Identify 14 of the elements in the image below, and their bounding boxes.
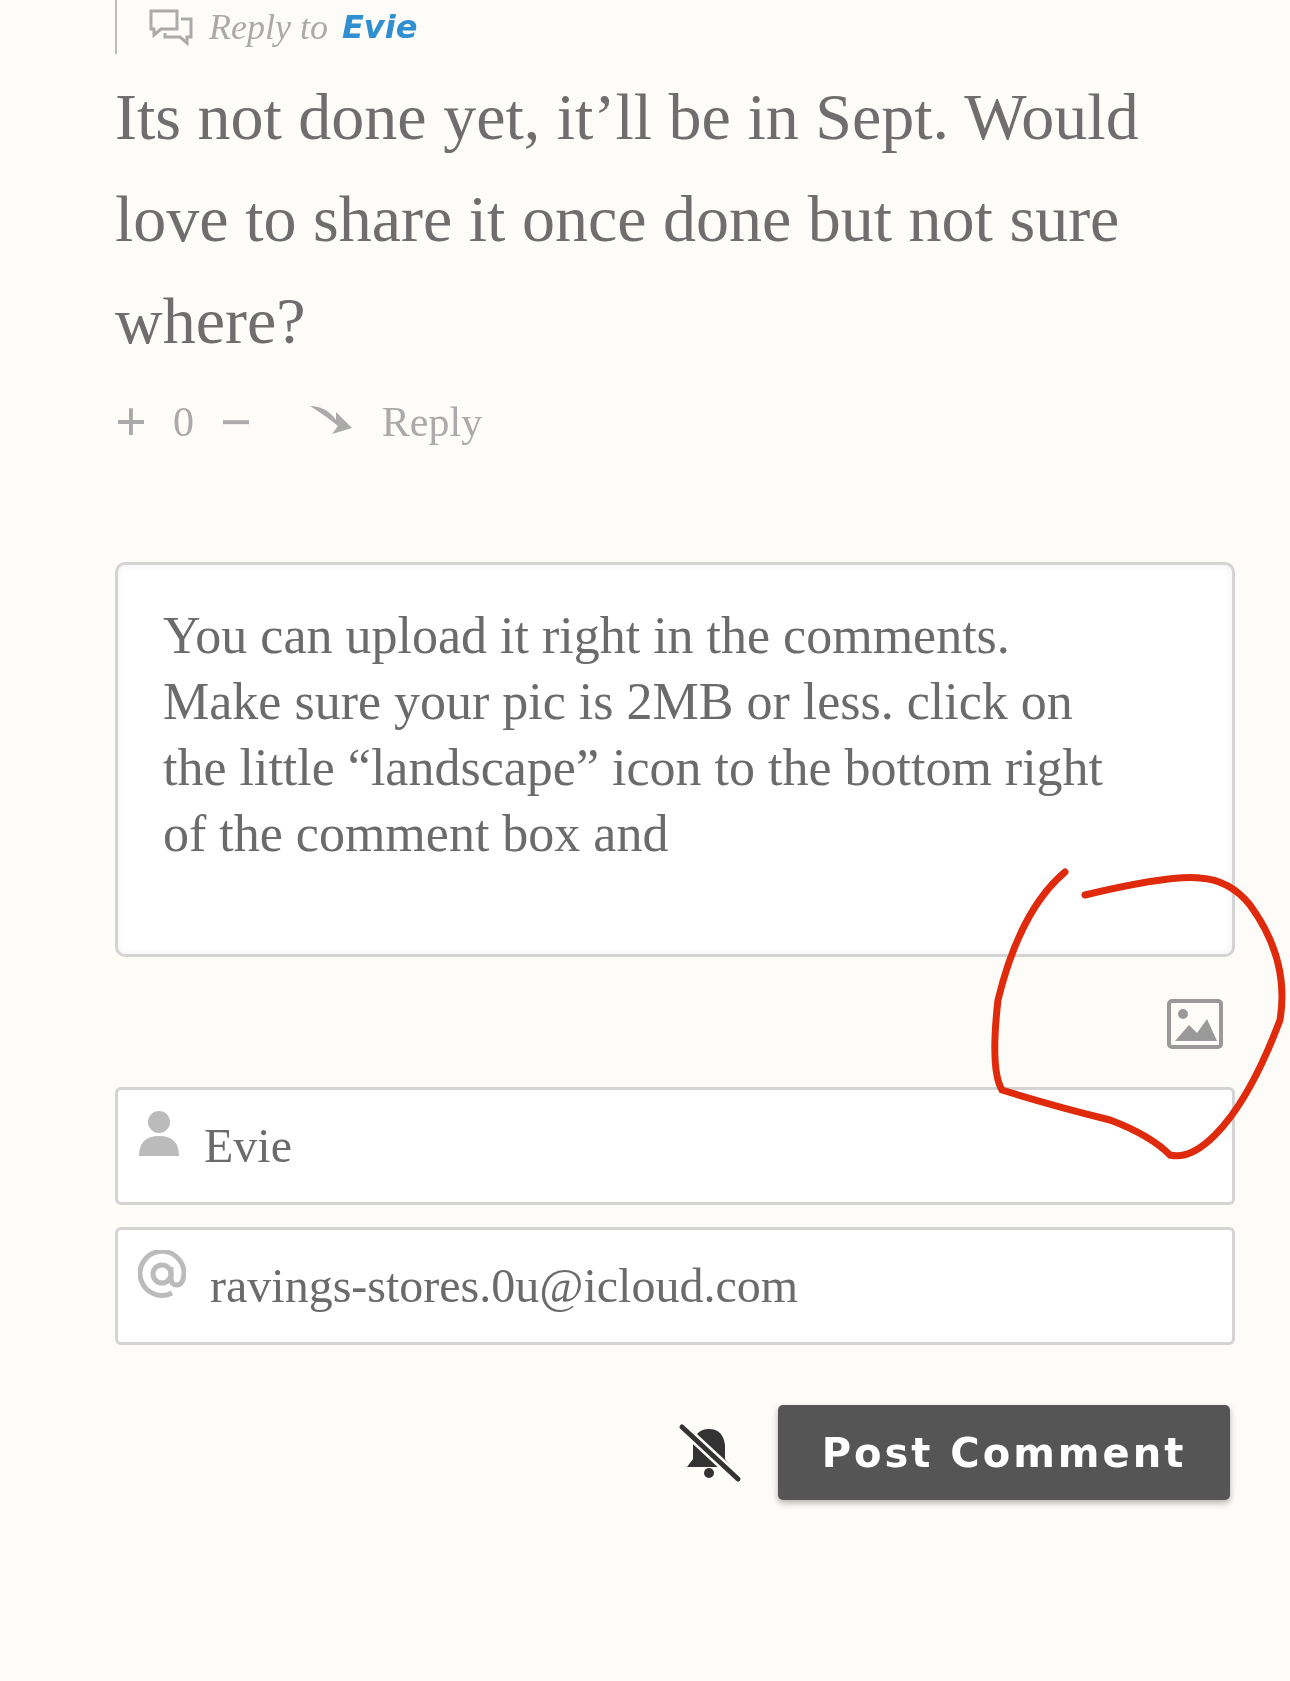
image-upload-icon[interactable] [1167, 999, 1223, 1049]
at-sign-icon [138, 1250, 186, 1298]
speech-bubbles-icon [147, 7, 195, 47]
email-input[interactable]: ravings-stores.0u@icloud.com [208, 1249, 1212, 1323]
email-field[interactable]: ravings-stores.0u@icloud.com [115, 1227, 1235, 1345]
vote-count: 0 [172, 397, 194, 447]
reply-to-link[interactable]: Evie [341, 3, 418, 51]
post-comment-button[interactable]: Post Comment [778, 1405, 1230, 1500]
reply-to-label: Reply to [209, 6, 328, 49]
comment-input[interactable]: You can upload it right in the comments. Make sure your pic is 2MB or less. click on the little “landscape” icon to the bottom right of the comment box and [115, 562, 1235, 957]
comment-text: Its not done yet, it’ll be in Sept. Would love to share it once done but not sure where? [115, 79, 1140, 359]
name-field[interactable]: Evie [115, 1087, 1235, 1205]
name-input[interactable]: Evie [202, 1109, 1212, 1183]
person-icon [138, 1110, 180, 1158]
